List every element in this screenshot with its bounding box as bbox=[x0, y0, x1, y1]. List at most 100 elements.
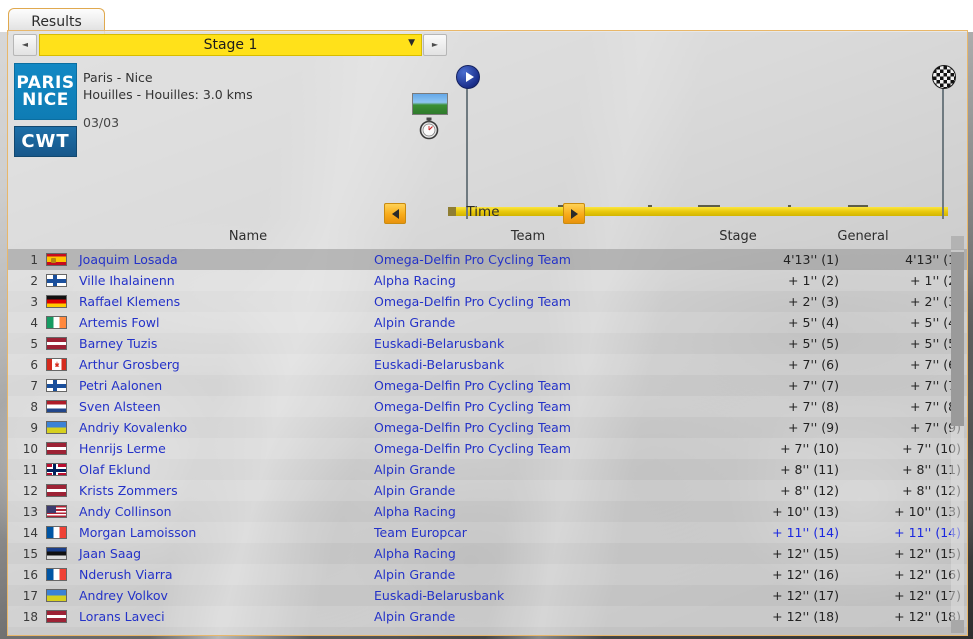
stage-next-button[interactable]: ► bbox=[423, 34, 447, 56]
stage-time: + 12'' (17) bbox=[772, 588, 839, 603]
flag-icon bbox=[45, 421, 67, 434]
general-time: + 12'' (15) bbox=[894, 546, 961, 561]
race-logo-paris-nice: PARIS NICE bbox=[14, 63, 77, 120]
rider-team[interactable]: Omega-Delfin Pro Cycling Team bbox=[374, 441, 709, 456]
flag-icon bbox=[45, 316, 67, 329]
general-time: + 5'' (4) bbox=[910, 315, 961, 330]
rider-name[interactable]: Olaf Eklund bbox=[74, 462, 374, 477]
scrollbar-thumb[interactable] bbox=[951, 252, 964, 426]
rider-name[interactable]: Joaquim Losada bbox=[74, 252, 374, 267]
table-row[interactable]: 8 Sven Alsteen Omega-Delfin Pro Cycling Te… bbox=[8, 396, 967, 417]
rider-team[interactable]: Alpin Grande bbox=[374, 315, 709, 330]
rider-team[interactable]: Alpha Racing bbox=[374, 504, 709, 519]
rider-rank: 17 bbox=[22, 588, 38, 603]
country-flag-cell bbox=[38, 337, 74, 350]
table-row[interactable]: 7 Petri Aalonen Omega-Delfin Pro Cycling T… bbox=[8, 375, 967, 396]
rider-rank: 3 bbox=[30, 294, 38, 309]
rider-name[interactable]: Barney Tuzis bbox=[74, 336, 374, 351]
rider-name[interactable]: Henrijs Lerme bbox=[74, 441, 374, 456]
rider-name[interactable]: Nderush Viarra bbox=[74, 567, 374, 582]
stage-dropdown[interactable]: Stage 1 ▼ bbox=[39, 34, 422, 56]
rider-name[interactable]: Krists Zommers bbox=[74, 483, 374, 498]
rider-name[interactable]: Andrey Volkov bbox=[74, 588, 374, 603]
column-header-general[interactable]: General bbox=[798, 229, 928, 244]
rider-name[interactable]: Arthur Grosberg bbox=[74, 357, 374, 372]
rider-team[interactable]: Alpin Grande bbox=[374, 483, 709, 498]
rider-team[interactable]: Euskadi-Belarusbank bbox=[374, 336, 709, 351]
time-prev-button[interactable] bbox=[384, 203, 406, 224]
table-row[interactable]: 16 Nderush Viarra Alpin Grande + 12'' (16) +… bbox=[8, 564, 967, 585]
stage-time: + 11'' (14) bbox=[772, 525, 839, 540]
rider-team[interactable]: Omega-Delfin Pro Cycling Team bbox=[374, 378, 709, 393]
flat-terrain-icon bbox=[412, 93, 448, 115]
rider-team[interactable]: Omega-Delfin Pro Cycling Team bbox=[374, 399, 709, 414]
rider-team[interactable]: Omega-Delfin Pro Cycling Team bbox=[374, 294, 709, 309]
country-flag-cell bbox=[38, 568, 74, 581]
flag-icon bbox=[45, 379, 67, 392]
rider-name[interactable]: Artemis Fowl bbox=[74, 315, 374, 330]
rider-team[interactable]: Omega-Delfin Pro Cycling Team bbox=[374, 420, 709, 435]
rider-team[interactable]: Euskadi-Belarusbank bbox=[374, 588, 709, 603]
column-header-stage[interactable]: Stage bbox=[673, 229, 803, 244]
flag-icon bbox=[45, 463, 67, 476]
rider-name[interactable]: Andy Collinson bbox=[74, 504, 374, 519]
country-flag-cell bbox=[38, 547, 74, 560]
rider-name[interactable]: Jaan Saag bbox=[74, 546, 374, 561]
rider-name[interactable]: Morgan Lamoisson bbox=[74, 525, 374, 540]
checkered-finish-icon[interactable] bbox=[932, 65, 956, 89]
table-row[interactable]: 4 Artemis Fowl Alpin Grande + 5'' (4) + 5'' … bbox=[8, 312, 967, 333]
table-row[interactable]: 1 Joaquim Losada Omega-Delfin Pro Cycling … bbox=[8, 249, 967, 270]
column-header-team[interactable]: Team bbox=[448, 229, 608, 244]
rider-name[interactable]: Petri Aalonen bbox=[74, 378, 374, 393]
start-play-icon[interactable] bbox=[456, 65, 480, 89]
table-row[interactable]: 11 Olaf Eklund Alpin Grande + 8'' (11) + 8''… bbox=[8, 459, 967, 480]
rider-team[interactable]: Alpha Racing bbox=[374, 546, 709, 561]
rider-team[interactable]: Team Europcar bbox=[374, 525, 709, 540]
rider-name[interactable]: Lorans Laveci bbox=[74, 609, 374, 624]
rider-team[interactable]: Alpin Grande bbox=[374, 567, 709, 582]
time-next-button[interactable] bbox=[563, 203, 585, 224]
rider-team[interactable]: Alpin Grande bbox=[374, 609, 709, 624]
country-flag-cell bbox=[38, 379, 74, 392]
stage-time: + 12'' (16) bbox=[772, 567, 839, 582]
stage-time: + 7'' (10) bbox=[780, 441, 839, 456]
rider-team[interactable]: Alpha Racing bbox=[374, 273, 709, 288]
stage-time: 4'13'' (1) bbox=[783, 252, 839, 267]
rider-rank: 18 bbox=[22, 609, 38, 624]
table-row[interactable]: 5 Barney Tuzis Euskadi-Belarusbank + 5'' (5… bbox=[8, 333, 967, 354]
stage-prev-button[interactable]: ◄ bbox=[13, 34, 37, 56]
table-row[interactable]: 12 Krists Zommers Alpin Grande + 8'' (12) + … bbox=[8, 480, 967, 501]
table-row[interactable]: 10 Henrijs Lerme Omega-Delfin Pro Cycling … bbox=[8, 438, 967, 459]
arrow-right-icon bbox=[570, 208, 578, 219]
scrollbar-up-button[interactable] bbox=[951, 236, 964, 249]
general-time: + 7'' (6) bbox=[910, 357, 961, 372]
rider-rank: 14 bbox=[22, 525, 38, 540]
rider-name[interactable]: Raffael Klemens bbox=[74, 294, 374, 309]
chevron-right-icon: ► bbox=[431, 40, 439, 49]
table-row[interactable]: 3 Raffael Klemens Omega-Delfin Pro Cycling… bbox=[8, 291, 967, 312]
stopwatch-icon bbox=[419, 117, 439, 140]
results-scrollbar[interactable] bbox=[951, 236, 964, 633]
rider-name[interactable]: Sven Alsteen bbox=[74, 399, 374, 414]
scrollbar-down-button[interactable] bbox=[951, 620, 964, 633]
column-header-name[interactable]: Name bbox=[168, 229, 328, 244]
rider-team[interactable]: Omega-Delfin Pro Cycling Team bbox=[374, 252, 709, 267]
table-row[interactable]: 6 Arthur Grosberg Euskadi-Belarusbank + 7''… bbox=[8, 354, 967, 375]
rider-name[interactable]: Ville Ihalainenn bbox=[74, 273, 374, 288]
table-row[interactable]: 13 Andy Collinson Alpha Racing + 10'' (13) +… bbox=[8, 501, 967, 522]
rider-rank: 15 bbox=[22, 546, 38, 561]
table-row[interactable]: 17 Andrey Volkov Euskadi-Belarusbank + 12''… bbox=[8, 585, 967, 606]
country-flag-cell bbox=[38, 421, 74, 434]
table-row[interactable]: 2 Ville Ihalainenn Alpha Racing + 1'' (2) + … bbox=[8, 270, 967, 291]
table-row[interactable]: 15 Jaan Saag Alpha Racing + 12'' (15) + 12''… bbox=[8, 543, 967, 564]
rider-rank: 9 bbox=[30, 420, 38, 435]
rider-team[interactable]: Euskadi-Belarusbank bbox=[374, 357, 709, 372]
table-row[interactable]: 9 Andriy Kovalenko Omega-Delfin Pro Cyclin… bbox=[8, 417, 967, 438]
table-row[interactable]: 18 Lorans Laveci Alpin Grande + 12'' (18) + … bbox=[8, 606, 967, 627]
stage-time: + 7'' (6) bbox=[788, 357, 839, 372]
country-flag-cell bbox=[38, 442, 74, 455]
general-time: + 12'' (16) bbox=[894, 567, 961, 582]
table-row[interactable]: 14 Morgan Lamoisson Team Europcar + 11'' (1… bbox=[8, 522, 967, 543]
rider-name[interactable]: Andriy Kovalenko bbox=[74, 420, 374, 435]
rider-team[interactable]: Alpin Grande bbox=[374, 462, 709, 477]
